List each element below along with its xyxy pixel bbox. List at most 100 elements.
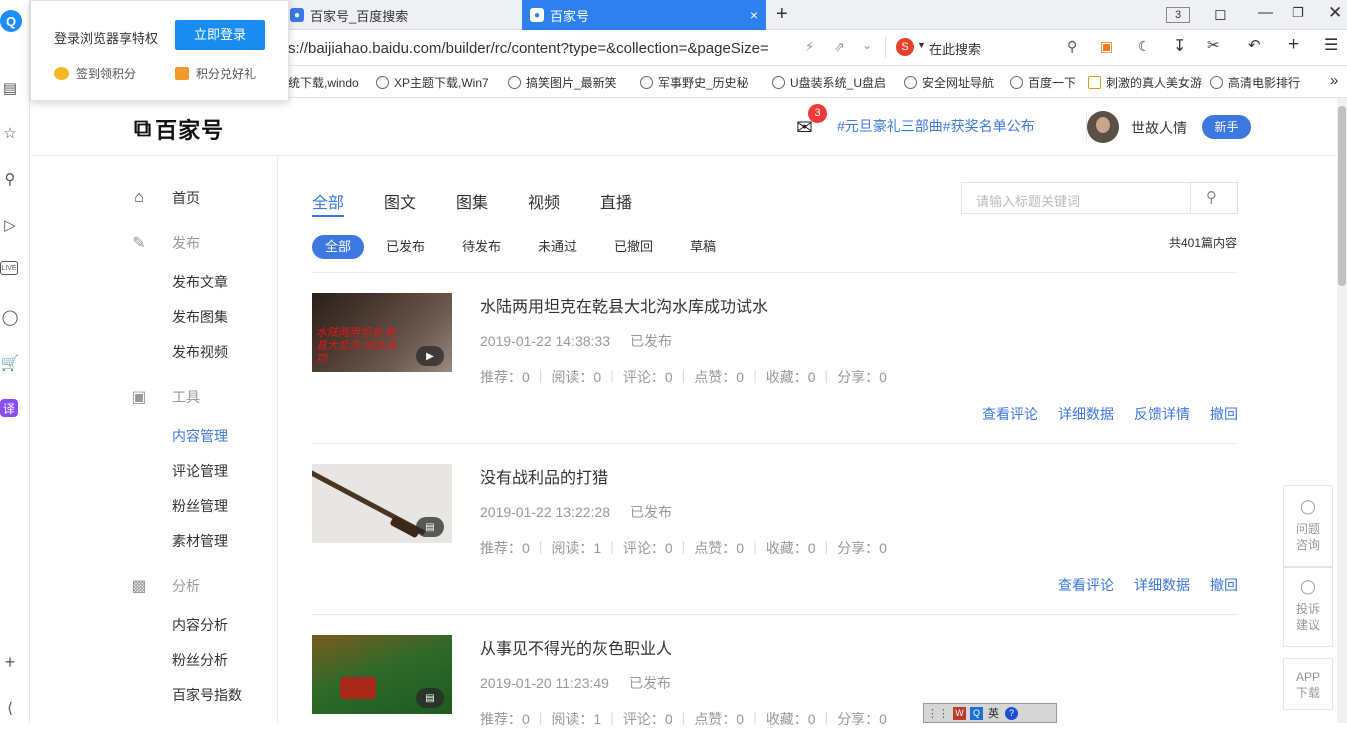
login-popup: 登录浏览器享特权 立即登录 签到领积分 积分兑好礼: [30, 0, 289, 101]
content-meta: 2019-01-22 13:22:28 已发布: [480, 504, 672, 520]
content-search-input[interactable]: 请输入标题关键词: [976, 191, 1080, 210]
tab-galleries[interactable]: 图集: [456, 189, 488, 213]
view-comments-link[interactable]: 查看评论: [1058, 575, 1114, 595]
search-icon[interactable]: ⚲: [1067, 38, 1077, 55]
sidebar-item-baijiahao-index[interactable]: 百家号指数: [172, 685, 242, 705]
gift-link[interactable]: 积分兑好礼: [175, 65, 256, 82]
filter-all[interactable]: 全部: [312, 235, 365, 259]
content-title[interactable]: 没有战利品的打猎: [480, 464, 608, 488]
logo-mark-icon: ⧉: [134, 115, 152, 142]
complaint-button[interactable]: ◯ 投诉建议: [1283, 567, 1333, 647]
globe-icon: [508, 76, 521, 89]
close-window-icon[interactable]: ✕: [1328, 3, 1342, 23]
checkin-link[interactable]: 签到领积分: [54, 65, 136, 82]
chevron-down-icon[interactable]: ⌄: [862, 38, 872, 52]
page-scrollbar[interactable]: [1337, 98, 1347, 723]
sidebar-item-fan-management[interactable]: 粉丝管理: [172, 496, 228, 516]
bookmark-item[interactable]: 军事野史_历史秘: [640, 74, 760, 91]
consult-button[interactable]: ◯ 问题咨询: [1283, 485, 1333, 567]
sidebar-item-material-management[interactable]: 素材管理: [172, 531, 228, 551]
bookmark-item[interactable]: 百度一下: [1010, 74, 1090, 91]
promo-link[interactable]: #元旦豪礼三部曲#获奖名单公布: [837, 116, 1035, 136]
skin-icon[interactable]: ◻: [1214, 5, 1226, 23]
menu-icon[interactable]: ☰: [1324, 35, 1338, 55]
live-icon[interactable]: LIVE: [0, 261, 18, 275]
cart-icon[interactable]: 🛒: [0, 353, 20, 373]
translate-icon[interactable]: 译: [0, 399, 18, 417]
sidebar-item-home[interactable]: ⌂ 首页: [134, 188, 200, 208]
sidebar-item-fan-analysis[interactable]: 粉丝分析: [172, 650, 228, 670]
content-meta: 2019-01-22 14:38:33 已发布: [480, 333, 672, 349]
bookmark-item[interactable]: 统下载,windo: [288, 74, 368, 91]
star-icon[interactable]: ☆: [0, 123, 20, 143]
filter-draft[interactable]: 草稿: [690, 235, 716, 259]
content-thumbnail[interactable]: ▤: [312, 635, 452, 714]
tab-baijiahao[interactable]: ● 百家号 ×: [522, 0, 766, 30]
tab-articles[interactable]: 图文: [384, 189, 416, 213]
scrollbar-thumb[interactable]: [1338, 106, 1346, 286]
bookmark-item[interactable]: U盘装系统_U盘启: [772, 74, 892, 91]
browser-logo-icon[interactable]: Q: [0, 10, 22, 32]
chat-icon[interactable]: ◯: [0, 307, 20, 327]
bookmark-item[interactable]: 搞笑图片_最新笑: [508, 74, 628, 91]
restore-icon[interactable]: ❐: [1292, 5, 1304, 21]
detailed-data-link[interactable]: 详细数据: [1134, 575, 1190, 595]
content-thumbnail[interactable]: ▤: [312, 464, 452, 543]
sidebar-item-publish-gallery[interactable]: 发布图集: [172, 307, 228, 327]
filter-rejected[interactable]: 未通过: [538, 235, 577, 259]
collapse-icon[interactable]: ⟨: [0, 698, 20, 718]
add-icon[interactable]: +: [1288, 34, 1299, 56]
sidebar-item-publish-video[interactable]: 发布视频: [172, 342, 228, 362]
baijiahao-logo[interactable]: ⧉ 百家号: [134, 113, 224, 145]
share-icon[interactable]: ⇗: [834, 39, 845, 55]
content-title[interactable]: 水陆两用坦克在乾县大北沟水库成功试水: [480, 293, 768, 317]
content-title[interactable]: 从事见不得光的灰色职业人: [480, 635, 672, 659]
login-button[interactable]: 立即登录: [175, 20, 265, 50]
tab-count-badge[interactable]: 3: [1166, 7, 1190, 23]
sidebar-item-content-management[interactable]: 内容管理: [172, 426, 228, 446]
view-comments-link[interactable]: 查看评论: [982, 404, 1038, 424]
cut-icon[interactable]: ✂: [1207, 36, 1220, 54]
lightning-icon[interactable]: ⚡: [805, 39, 814, 55]
dropdown-caret-icon[interactable]: ▼: [917, 40, 926, 50]
content-thumbnail[interactable]: 水陆两用坦克 乾县大北沟 试水成功 ▶: [312, 293, 452, 372]
withdraw-link[interactable]: 撤回: [1210, 575, 1238, 595]
add-icon[interactable]: +: [0, 652, 20, 672]
username[interactable]: 世故人情: [1131, 118, 1187, 138]
filter-published[interactable]: 已发布: [386, 235, 425, 259]
tab-all[interactable]: 全部: [312, 189, 344, 213]
video-icon[interactable]: ▷: [0, 215, 20, 235]
bookmark-item[interactable]: 高清电影排行: [1210, 74, 1320, 91]
url-field[interactable]: s://baijiahao.baidu.com/builder/rc/conte…: [288, 40, 788, 57]
tab-baidu-search[interactable]: ● 百家号_百度搜索: [282, 0, 522, 30]
reader-icon[interactable]: ▤: [0, 78, 20, 98]
search-engine-icon[interactable]: S: [896, 38, 914, 56]
detailed-data-link[interactable]: 详细数据: [1058, 404, 1114, 424]
minimize-icon[interactable]: —: [1258, 4, 1273, 21]
withdraw-link[interactable]: 撤回: [1210, 404, 1238, 424]
search-icon[interactable]: ⚲: [1206, 188, 1217, 206]
sidebar-item-content-analysis[interactable]: 内容分析: [172, 615, 228, 635]
feedback-details-link[interactable]: 反馈详情: [1134, 404, 1190, 424]
new-tab-button[interactable]: +: [776, 3, 788, 26]
app-download-button[interactable]: APP下载: [1283, 658, 1333, 710]
filter-withdrawn[interactable]: 已撤回: [614, 235, 653, 259]
tab-videos[interactable]: 视频: [528, 189, 560, 213]
avatar[interactable]: [1087, 111, 1119, 143]
game-icon[interactable]: ▣: [1100, 38, 1113, 55]
sidebar-item-publish-article[interactable]: 发布文章: [172, 272, 228, 292]
browser-search-input[interactable]: 在此搜索: [929, 39, 981, 58]
ime-toolbar[interactable]: ⋮⋮ W Q 英 ?: [923, 703, 1057, 723]
sidebar-item-comment-management[interactable]: 评论管理: [172, 461, 228, 481]
close-tab-icon[interactable]: ×: [750, 7, 758, 23]
tab-live[interactable]: 直播: [600, 189, 632, 213]
filter-pending[interactable]: 待发布: [462, 235, 501, 259]
download-icon[interactable]: ↧: [1173, 36, 1186, 56]
undo-icon[interactable]: ↶: [1248, 36, 1261, 54]
bookmark-item[interactable]: XP主题下载,Win7: [376, 74, 496, 91]
more-bookmarks-icon[interactable]: »: [1330, 72, 1338, 89]
bookmark-item[interactable]: 刺激的真人美女游: [1088, 74, 1208, 91]
bookmark-item[interactable]: 安全网址导航: [904, 74, 1004, 91]
search-icon[interactable]: ⚲: [0, 169, 20, 189]
moon-icon[interactable]: ☾: [1138, 38, 1151, 55]
